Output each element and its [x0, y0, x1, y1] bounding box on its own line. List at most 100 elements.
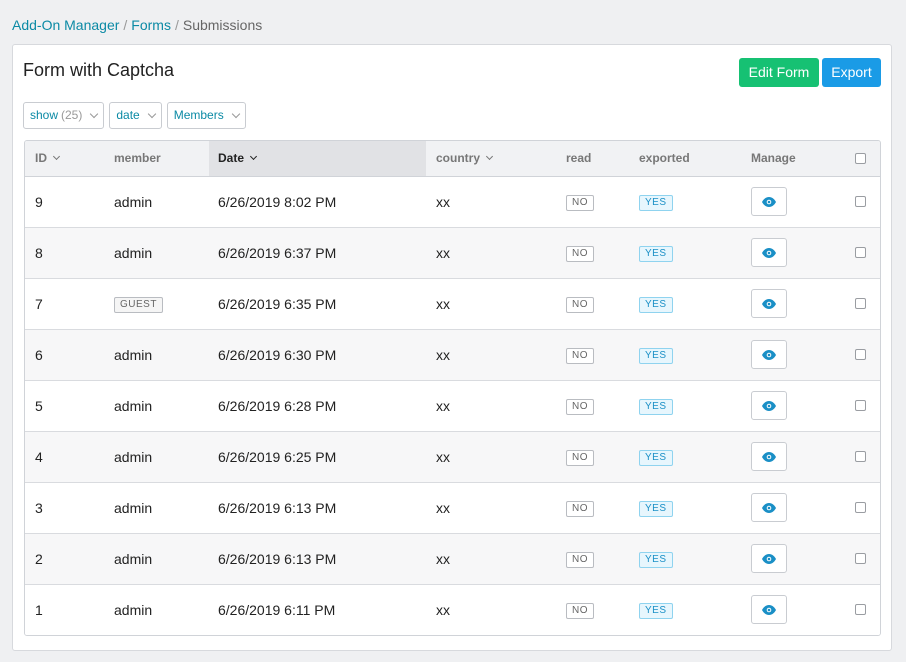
members-filter[interactable]: Members — [166, 102, 246, 129]
row-checkbox[interactable] — [855, 400, 866, 411]
eye-icon — [762, 247, 776, 258]
read-badge: NO — [566, 552, 594, 569]
chevron-down-icon — [90, 109, 99, 118]
cell-id: 8 — [35, 245, 43, 261]
row-checkbox[interactable] — [855, 298, 866, 309]
read-badge: NO — [566, 603, 594, 620]
guest-badge: GUEST — [114, 297, 163, 314]
date-filter[interactable]: date — [109, 102, 162, 129]
eye-icon — [762, 400, 776, 411]
column-header-date-label: Date — [218, 151, 245, 165]
eye-icon — [762, 451, 776, 462]
exported-badge: YES — [639, 348, 673, 365]
cell-country: xx — [436, 245, 450, 261]
column-header-manage: Manage — [751, 141, 796, 176]
column-header-read[interactable]: read — [566, 141, 591, 176]
eye-icon — [762, 553, 776, 564]
row-checkbox[interactable] — [855, 604, 866, 615]
cell-date: 6/26/2019 6:37 PM — [218, 245, 337, 261]
cell-date: 6/26/2019 6:30 PM — [218, 347, 337, 363]
view-submission-button[interactable] — [751, 493, 787, 522]
cell-id: 1 — [35, 602, 43, 618]
column-header-read-label: read — [566, 151, 592, 165]
table-row: 4 admin 6/26/2019 6:25 PM xx NO YES — [25, 432, 880, 483]
column-header-exported[interactable]: exported — [639, 141, 690, 176]
cell-member: admin — [114, 194, 153, 210]
row-checkbox[interactable] — [855, 196, 866, 207]
view-submission-button[interactable] — [751, 544, 787, 573]
cell-id: 4 — [35, 449, 43, 465]
cell-country: xx — [436, 194, 450, 210]
cell-member: admin — [114, 245, 153, 261]
cell-member: admin — [114, 500, 153, 516]
submissions-panel: Form with Captcha Edit Form Export show … — [12, 44, 892, 651]
table-row: 3 admin 6/26/2019 6:13 PM xx NO YES — [25, 483, 880, 534]
submissions-table: ID member Date country read exported Man… — [24, 140, 881, 636]
show-filter[interactable]: show (25) — [23, 102, 105, 129]
cell-id: 9 — [35, 194, 43, 210]
chevron-down-icon — [231, 109, 240, 118]
cell-member: admin — [114, 551, 153, 567]
exported-badge: YES — [639, 450, 673, 467]
show-filter-label: show — [30, 108, 59, 122]
read-badge: NO — [566, 195, 594, 212]
breadcrumb-forms[interactable]: Forms — [131, 17, 171, 33]
row-checkbox[interactable] — [855, 502, 866, 513]
cell-member: admin — [114, 347, 153, 363]
view-submission-button[interactable] — [751, 391, 787, 420]
cell-id: 5 — [35, 398, 43, 414]
cell-date: 6/26/2019 8:02 PM — [218, 194, 337, 210]
view-submission-button[interactable] — [751, 340, 787, 369]
column-header-id[interactable]: ID — [35, 141, 61, 176]
row-checkbox[interactable] — [855, 349, 866, 360]
table-row: 1 admin 6/26/2019 6:11 PM xx NO YES — [25, 585, 880, 635]
export-button[interactable]: Export — [822, 58, 881, 87]
cell-date: 6/26/2019 6:13 PM — [218, 500, 337, 516]
cell-country: xx — [436, 551, 450, 567]
read-badge: NO — [566, 297, 594, 314]
table-row: 9 admin 6/26/2019 8:02 PM xx NO YES — [25, 177, 880, 228]
breadcrumb-separator: / — [174, 17, 179, 33]
column-header-country[interactable]: country — [436, 141, 494, 176]
cell-date: 6/26/2019 6:25 PM — [218, 449, 337, 465]
breadcrumb-addon-manager[interactable]: Add-On Manager — [12, 17, 119, 33]
view-submission-button[interactable] — [751, 289, 787, 318]
select-all-checkbox[interactable] — [855, 153, 866, 164]
chevron-down-icon — [52, 152, 61, 161]
cell-date: 6/26/2019 6:35 PM — [218, 296, 337, 312]
eye-icon — [762, 502, 776, 513]
column-header-country-label: country — [436, 151, 481, 165]
view-submission-button[interactable] — [751, 187, 787, 216]
exported-badge: YES — [639, 195, 673, 212]
table-row: 5 admin 6/26/2019 6:28 PM xx NO YES — [25, 381, 880, 432]
chevron-down-icon — [147, 109, 156, 118]
breadcrumb-current: Submissions — [182, 17, 263, 33]
cell-id: 3 — [35, 500, 43, 516]
cell-country: xx — [436, 602, 450, 618]
row-checkbox[interactable] — [855, 247, 866, 258]
exported-badge: YES — [639, 552, 673, 569]
cell-member: admin — [114, 602, 153, 618]
column-header-member[interactable]: member — [114, 141, 161, 176]
eye-icon — [762, 196, 776, 207]
cell-date: 6/26/2019 6:11 PM — [218, 602, 336, 618]
cell-country: xx — [436, 500, 450, 516]
page-title: Form with Captcha — [23, 60, 175, 80]
members-filter-label: Members — [173, 108, 224, 122]
cell-country: xx — [436, 347, 450, 363]
view-submission-button[interactable] — [751, 595, 787, 624]
breadcrumb: Add-On Manager / Forms / Submissions — [12, 16, 262, 34]
exported-badge: YES — [639, 246, 673, 263]
eye-icon — [762, 298, 776, 309]
breadcrumb-separator: / — [123, 17, 128, 33]
view-submission-button[interactable] — [751, 442, 787, 471]
date-filter-label: date — [116, 108, 140, 122]
view-submission-button[interactable] — [751, 238, 787, 267]
row-checkbox[interactable] — [855, 451, 866, 462]
table-row: 8 admin 6/26/2019 6:37 PM xx NO YES — [25, 228, 880, 279]
row-checkbox[interactable] — [855, 553, 866, 564]
cell-date: 6/26/2019 6:28 PM — [218, 398, 337, 414]
edit-form-button[interactable]: Edit Form — [739, 58, 819, 87]
column-header-date[interactable]: Date — [209, 141, 426, 176]
cell-id: 6 — [35, 347, 43, 363]
